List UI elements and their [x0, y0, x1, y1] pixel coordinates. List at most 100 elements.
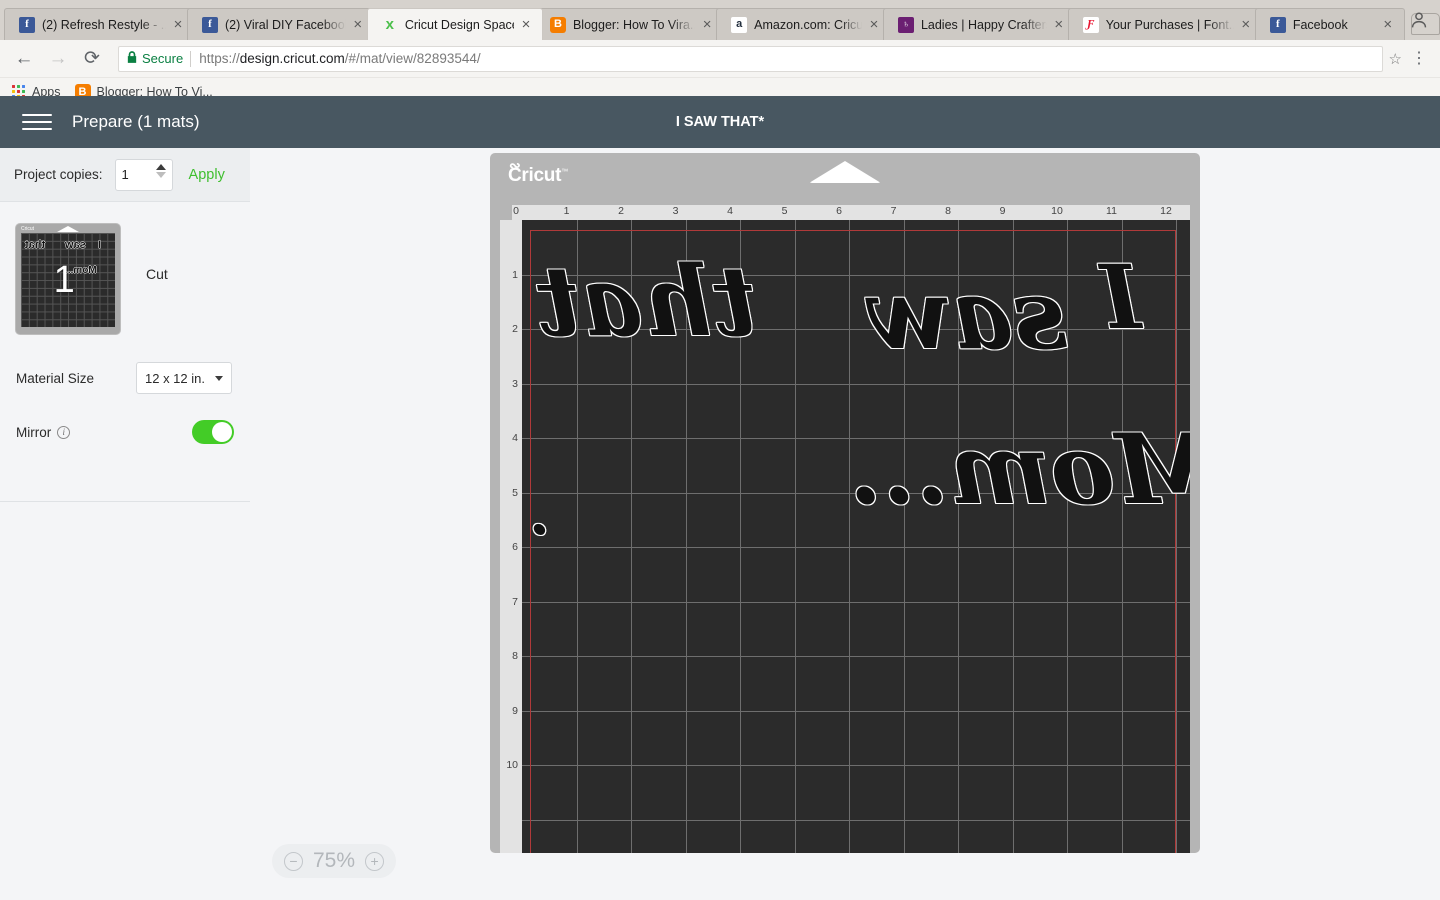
mat-thumbnail[interactable]: Cricut that saw I Mom... 1: [16, 224, 120, 334]
tab-close-icon[interactable]: ×: [516, 15, 536, 35]
tab-title: Blogger: How To Vira...: [572, 17, 696, 32]
reload-icon[interactable]: ⟳: [78, 45, 106, 73]
cricut-logo: ∾ Cricut™: [508, 157, 568, 187]
mat-thumb-word: saw: [65, 239, 86, 251]
mat-card[interactable]: Cricut that saw I Mom... 1 Cut: [0, 202, 250, 334]
project-copies-stepper[interactable]: [114, 158, 173, 191]
mat-grid[interactable]: that saw I Mom....: [522, 220, 1190, 853]
zoom-control[interactable]: − 75% +: [272, 844, 397, 878]
tab-close-icon[interactable]: ×: [348, 15, 368, 35]
url-separator: [190, 50, 192, 67]
browser-tab-5[interactable]: ♄ Ladies | Happy Crafters ×: [882, 8, 1076, 40]
design-text[interactable]: .: [529, 479, 550, 549]
project-copies-input[interactable]: [121, 167, 152, 182]
material-size-row: Material Size 12 x 12 in.: [0, 362, 250, 394]
browser-window: f (2) Refresh Restyle - ... × f (2) Vira…: [0, 0, 1440, 900]
ruler-tick-h: 1: [563, 205, 570, 217]
tab-title: Amazon.com: Cricut: [754, 17, 862, 32]
mat-thumb-word: that: [25, 239, 46, 251]
browser-tab-3[interactable]: B Blogger: How To Vira... ×: [534, 8, 725, 40]
tab-title: Facebook: [1292, 17, 1348, 32]
material-size-value: 12 x 12 in.: [145, 370, 205, 386]
tab-title: Ladies | Happy Crafters: [920, 17, 1047, 32]
mirror-row: Mirror i: [0, 420, 250, 444]
tab-close-icon[interactable]: ×: [697, 15, 717, 35]
facebook-icon: f: [19, 16, 35, 33]
mat-tab-icon: [809, 161, 881, 183]
design-text[interactable]: saw: [868, 258, 1067, 371]
ruler-tick-h: 7: [890, 205, 897, 217]
bookmark-star-icon[interactable]: ☆: [1383, 50, 1408, 68]
ruler-tick-v: 8: [512, 650, 518, 662]
mat-number: 1: [53, 259, 75, 302]
design-text[interactable]: that: [536, 245, 757, 358]
mat-canvas[interactable]: ∾ Cricut™ 0 1 2 3 4 5 6 7 8 9 10 11 12 1 2 3 4 5 6 7 8 9 10 t…: [250, 148, 1440, 900]
ruler-tick-h: 12: [1160, 205, 1172, 217]
profile-avatar-icon[interactable]: [1408, 9, 1430, 31]
mat-thumb-word: I: [98, 239, 102, 251]
browser-tab-0[interactable]: f (2) Refresh Restyle - ... ×: [4, 8, 195, 40]
cutting-mat[interactable]: ∾ Cricut™ 0 1 2 3 4 5 6 7 8 9 10 11 12 1 2 3 4 5 6 7 8 9 10 t…: [490, 153, 1200, 853]
stepper-up-icon[interactable]: [155, 163, 166, 170]
ruler-tick-h: 5: [781, 205, 788, 217]
stepper-down-icon[interactable]: [155, 171, 166, 178]
tab-close-icon[interactable]: ×: [1236, 15, 1256, 35]
ruler-vertical: 1 2 3 4 5 6 7 8 9 10: [500, 220, 522, 853]
ruler-tick-h: 10: [1051, 205, 1063, 217]
tab-close-icon[interactable]: ×: [1378, 15, 1398, 35]
browser-tab-1[interactable]: f (2) Viral DIY Facebook ×: [186, 8, 375, 40]
ruler-tick-v: 9: [512, 704, 518, 717]
back-icon[interactable]: ←: [10, 45, 38, 73]
tab-close-icon[interactable]: ×: [1049, 15, 1069, 35]
ruler-horizontal: 0 1 2 3 4 5 6 7 8 9 10 11 12: [512, 205, 1190, 220]
zoom-in-icon[interactable]: +: [365, 851, 385, 871]
blogger-icon: B: [549, 16, 566, 33]
forward-icon[interactable]: →: [44, 45, 72, 73]
url-host: design.cricut.com: [239, 51, 345, 66]
apply-button[interactable]: Apply: [189, 167, 225, 183]
grid-line-v: [1176, 220, 1177, 853]
app-header: Prepare (1 mats) I SAW THAT*: [0, 96, 1440, 148]
mirror-label: Mirror i: [16, 425, 71, 440]
ruler-tick-v: 5: [512, 486, 518, 499]
amazon-icon: a: [731, 16, 748, 33]
zoom-out-icon[interactable]: −: [284, 851, 303, 871]
design-text[interactable]: Mom...: [849, 413, 1190, 526]
ruler-tick-v: 10: [506, 759, 518, 771]
info-icon[interactable]: i: [57, 425, 71, 439]
chevron-down-icon: [215, 375, 223, 381]
cricut-icon: x: [385, 16, 394, 33]
ruler-tick-h: 9: [999, 205, 1006, 217]
project-title: I SAW THAT*: [675, 114, 765, 130]
secure-label: Secure: [142, 51, 184, 66]
ruler-tick-v: 3: [512, 377, 518, 390]
tab-title: (2) Refresh Restyle - ...: [42, 17, 166, 32]
ruler-tick-v: 4: [512, 432, 518, 444]
stepper-arrows[interactable]: [155, 163, 166, 178]
hamburger-menu-icon[interactable]: [22, 114, 52, 130]
ruler-tick-h: 4: [727, 205, 733, 217]
tab-close-icon[interactable]: ×: [864, 15, 884, 35]
browser-tab-2[interactable]: x Cricut Design Space ×: [366, 8, 543, 40]
ruler-tick-v: 1: [512, 268, 518, 281]
tab-close-icon[interactable]: ×: [168, 15, 188, 35]
ruler-tick-h: 0: [513, 205, 519, 217]
material-size-select[interactable]: 12 x 12 in.: [136, 362, 232, 394]
mat-operation-label: Cut: [146, 266, 168, 282]
mat-thumb-logo: Cricut: [21, 226, 35, 232]
sidebar: Project copies: Apply Cricut: [0, 148, 250, 900]
tab-strip: f (2) Refresh Restyle - ... × f (2) Vira…: [0, 0, 1440, 40]
browser-tab-4[interactable]: a Amazon.com: Cricut ×: [716, 8, 891, 40]
lock-icon: [127, 51, 137, 66]
url-path: /#/mat/view/82893544/: [344, 51, 481, 66]
address-bar[interactable]: Secure https:// design.cricut.com /#/mat…: [118, 45, 1383, 72]
mirror-toggle[interactable]: [192, 420, 234, 444]
browser-tab-7[interactable]: f Facebook ×: [1254, 8, 1405, 40]
browser-menu-icon[interactable]: ⋮: [1408, 50, 1430, 67]
tab-title: Your Purchases | Font...: [1105, 17, 1234, 32]
trademark-symbol: ™: [561, 168, 568, 176]
browser-tab-6[interactable]: Ƒ Your Purchases | Font... ×: [1067, 8, 1263, 40]
ruler-tick-v: 2: [512, 323, 518, 335]
design-text[interactable]: I: [1100, 245, 1141, 349]
ruler-tick-v: 7: [512, 595, 518, 608]
